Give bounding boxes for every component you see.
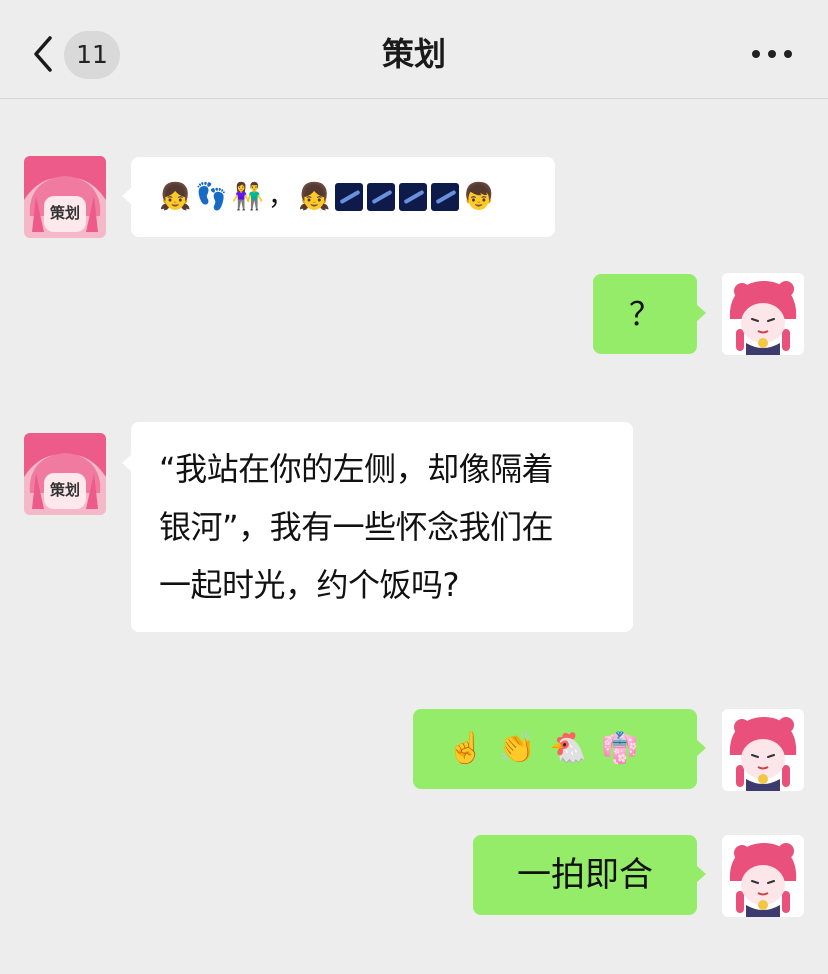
message-bubble-incoming[interactable]: 👧 👣 👫， 👧 👦 bbox=[122, 157, 555, 237]
avatar-label: 策划 bbox=[49, 481, 80, 499]
clapping-hands-emoji: 👏 bbox=[498, 731, 546, 766]
galaxy-emoji bbox=[430, 183, 459, 211]
message-bubble-outgoing[interactable]: ？ bbox=[593, 274, 706, 354]
message-bubble-outgoing[interactable]: 一拍即合 bbox=[473, 835, 706, 915]
message-bubble-outgoing[interactable]: ☝️ 👏 🐔 👘 bbox=[413, 709, 706, 789]
message-bubble-incoming[interactable]: “我站在你的左侧，却像隔着 银河”，我有一些怀念我们在 一起时光，约个饭吗? bbox=[122, 422, 633, 632]
boy-emoji: 👦 bbox=[462, 182, 495, 212]
chat-header: 11 策划 bbox=[0, 0, 828, 99]
galaxy-emoji bbox=[334, 183, 363, 211]
emoji-message: ☝️ 👏 🐔 👘 bbox=[447, 709, 652, 789]
girl-emoji: 👧 bbox=[298, 182, 331, 212]
message-text: ？ bbox=[628, 295, 661, 333]
chat-title: 策划 bbox=[381, 35, 446, 73]
contact-avatar[interactable]: 策划 bbox=[24, 156, 106, 238]
message-text: “我站在你的左侧，却像隔着 银河”，我有一些怀念我们在 一起时光，约个饭吗? bbox=[159, 450, 554, 604]
girl-emoji: 👧 bbox=[159, 182, 192, 212]
my-avatar[interactable] bbox=[722, 835, 804, 917]
galaxy-emoji bbox=[398, 183, 427, 211]
more-dots-icon bbox=[752, 50, 760, 58]
emoji-message: 👧 👣 👫， 👧 👦 bbox=[159, 157, 499, 237]
more-options-button[interactable] bbox=[748, 44, 796, 64]
my-avatar[interactable] bbox=[722, 709, 804, 791]
avatar-label: 策划 bbox=[49, 204, 80, 222]
pointing-up-emoji: ☝️ bbox=[447, 731, 495, 766]
message-text: 一拍即合 bbox=[517, 855, 653, 895]
comma: ， bbox=[268, 182, 295, 212]
couple-emoji: 👫 bbox=[231, 182, 265, 212]
contact-avatar[interactable]: 策划 bbox=[24, 433, 106, 515]
galaxy-emoji bbox=[366, 183, 395, 211]
kimono-emoji: 👘 bbox=[601, 731, 649, 766]
footprints-emoji: 👣 bbox=[195, 182, 228, 212]
rooster-emoji: 🐔 bbox=[549, 731, 598, 766]
my-avatar[interactable] bbox=[722, 273, 804, 355]
